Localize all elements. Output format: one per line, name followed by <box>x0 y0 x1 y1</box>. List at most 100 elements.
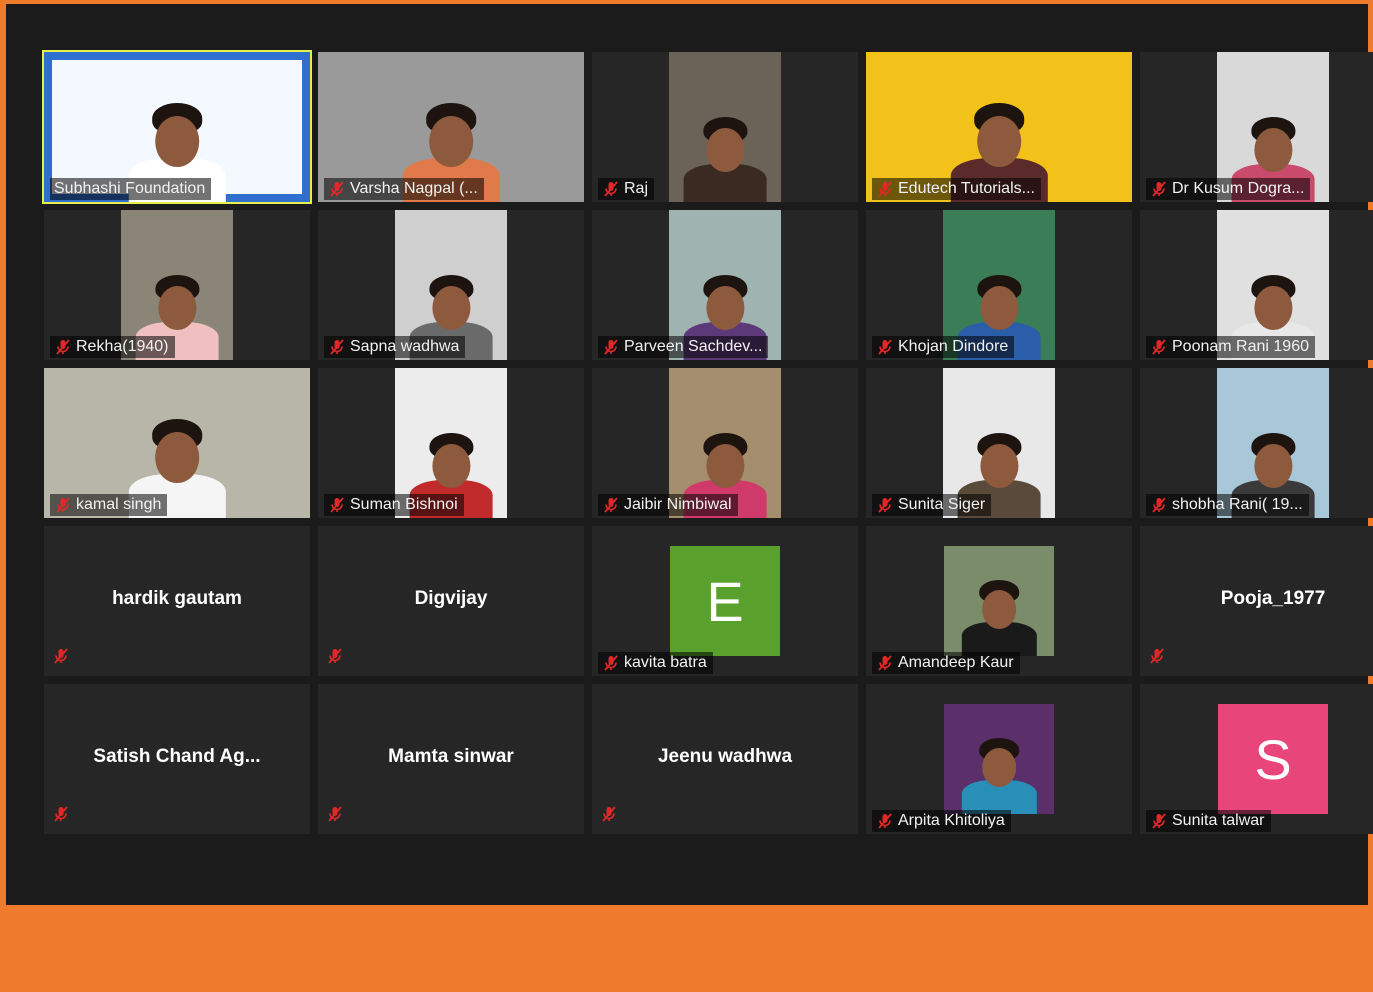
participant-name-tag: shobha Rani( 19... <box>1146 494 1309 516</box>
participant-name-tag: Dr Kusum Dogra... <box>1146 178 1311 200</box>
participant-tile[interactable]: Jaibir Nimbiwal <box>592 368 858 518</box>
participant-name: Amandeep Kaur <box>898 654 1014 671</box>
participant-tile[interactable]: Sapna wadhwa <box>318 210 584 360</box>
participant-tile[interactable]: Subhashi Foundation <box>42 50 312 204</box>
microphone-muted-icon <box>54 648 68 664</box>
microphone-muted-icon <box>878 655 892 671</box>
participant-name-tag: Parveen Sachdev... <box>598 336 769 358</box>
microphone-muted-icon <box>328 648 342 664</box>
participant-name-tag: Arpita Khitoliya <box>872 810 1011 832</box>
participant-name-tag: Edutech Tutorials... <box>872 178 1041 200</box>
participant-name: Sapna wadhwa <box>350 338 460 355</box>
participant-name-tag: kavita batra <box>598 652 713 674</box>
participant-tile[interactable]: Pooja_1977 <box>1140 526 1373 676</box>
microphone-muted-icon <box>878 813 892 829</box>
microphone-muted-icon <box>1150 648 1164 664</box>
participant-tile[interactable]: Parveen Sachdev... <box>592 210 858 360</box>
microphone-muted-icon <box>330 181 344 197</box>
participant-tile[interactable]: kamal singh <box>44 368 310 518</box>
mute-indicator <box>326 805 344 828</box>
participant-name-tag: Khojan Dindore <box>872 336 1015 358</box>
participant-tile[interactable]: S Sunita talwar <box>1140 684 1373 834</box>
participant-name: Mamta sinwar <box>388 746 514 767</box>
mute-indicator <box>1148 647 1166 670</box>
participant-name: Digvijay <box>414 588 488 609</box>
participant-name: Parveen Sachdev... <box>624 338 763 355</box>
mute-indicator <box>326 647 344 670</box>
participant-tile[interactable]: Digvijay <box>318 526 584 676</box>
participant-name-tag: Jaibir Nimbiwal <box>598 494 738 516</box>
participant-name-tag: Rekha(1940) <box>50 336 175 358</box>
participant-name: kamal singh <box>76 496 162 513</box>
participant-silhouette <box>679 103 770 202</box>
participant-name: hardik gautam <box>112 588 242 609</box>
avatar: S <box>1218 704 1328 814</box>
microphone-muted-icon <box>330 497 344 513</box>
participant-tile[interactable]: shobha Rani( 19... <box>1140 368 1373 518</box>
participant-name: Varsha Nagpal (... <box>350 180 478 197</box>
participant-name-tag: Amandeep Kaur <box>872 652 1020 674</box>
microphone-muted-icon <box>1152 339 1166 355</box>
participant-tile[interactable]: hardik gautam <box>44 526 310 676</box>
participant-name: Sunita talwar <box>1172 812 1265 829</box>
mute-indicator <box>52 647 70 670</box>
avatar: E <box>670 546 780 656</box>
participant-name: Khojan Dindore <box>898 338 1009 355</box>
microphone-muted-icon <box>878 497 892 513</box>
participant-tile[interactable]: Khojan Dindore <box>866 210 1132 360</box>
participant-name: Jeenu wadhwa <box>657 746 793 767</box>
meeting-window: Subhashi Foundation Varsha Nagpal (... R… <box>6 4 1373 905</box>
participant-tile[interactable]: Jeenu wadhwa <box>592 684 858 834</box>
microphone-muted-icon <box>878 339 892 355</box>
participant-name: Poonam Rani 1960 <box>1172 338 1309 355</box>
participant-name-tag: kamal singh <box>50 494 168 516</box>
participant-tile[interactable]: Rekha(1940) <box>44 210 310 360</box>
participant-name-tag: Sunita Siger <box>872 494 992 516</box>
participant-silhouette <box>958 568 1040 656</box>
participant-tile[interactable]: Mamta sinwar <box>318 684 584 834</box>
microphone-muted-icon <box>1152 813 1166 829</box>
participant-name: Raj <box>624 180 649 197</box>
participant-tile[interactable]: Dr Kusum Dogra... <box>1140 52 1373 202</box>
microphone-muted-icon <box>54 806 68 822</box>
microphone-muted-icon <box>604 181 618 197</box>
participant-name: Edutech Tutorials... <box>898 180 1035 197</box>
mute-indicator <box>600 805 618 828</box>
participant-name: kavita batra <box>624 654 707 671</box>
participant-name: shobha Rani( 19... <box>1172 496 1303 513</box>
gallery-grid: Subhashi Foundation Varsha Nagpal (... R… <box>42 50 1373 992</box>
participant-name: Pooja_1977 <box>1220 588 1326 609</box>
avatar-letter: E <box>706 569 744 633</box>
participant-tile[interactable]: Poonam Rani 1960 <box>1140 210 1373 360</box>
microphone-muted-icon <box>330 339 344 355</box>
microphone-muted-icon <box>878 181 892 197</box>
participant-tile[interactable]: Edutech Tutorials... <box>866 52 1132 202</box>
participant-name: Sunita Siger <box>898 496 986 513</box>
microphone-muted-icon <box>604 339 618 355</box>
microphone-muted-icon <box>56 339 70 355</box>
participant-tile[interactable]: Amandeep Kaur <box>866 526 1132 676</box>
participant-name-tag: Sapna wadhwa <box>324 336 466 358</box>
microphone-muted-icon <box>1152 181 1166 197</box>
participant-tile[interactable]: Suman Bishnoi <box>318 368 584 518</box>
participant-name: Dr Kusum Dogra... <box>1172 180 1305 197</box>
participant-name: Jaibir Nimbiwal <box>624 496 732 513</box>
mute-indicator <box>52 805 70 828</box>
participant-tile[interactable]: Satish Chand Ag... <box>44 684 310 834</box>
participant-tile[interactable]: Varsha Nagpal (... <box>318 52 584 202</box>
participant-silhouette <box>958 726 1040 814</box>
participant-tile[interactable]: Raj <box>592 52 858 202</box>
participant-name: Suman Bishnoi <box>350 496 458 513</box>
microphone-muted-icon <box>602 806 616 822</box>
avatar <box>944 546 1054 656</box>
participant-tile[interactable]: E kavita batra <box>592 526 858 676</box>
microphone-muted-icon <box>604 655 618 671</box>
participant-name-tag: Sunita talwar <box>1146 810 1271 832</box>
microphone-muted-icon <box>56 497 70 513</box>
microphone-muted-icon <box>1152 497 1166 513</box>
microphone-muted-icon <box>604 497 618 513</box>
participant-name-tag: Raj <box>598 178 655 200</box>
participant-tile[interactable]: Sunita Siger <box>866 368 1132 518</box>
participant-tile[interactable]: Arpita Khitoliya <box>866 684 1132 834</box>
participant-name-tag: Suman Bishnoi <box>324 494 464 516</box>
